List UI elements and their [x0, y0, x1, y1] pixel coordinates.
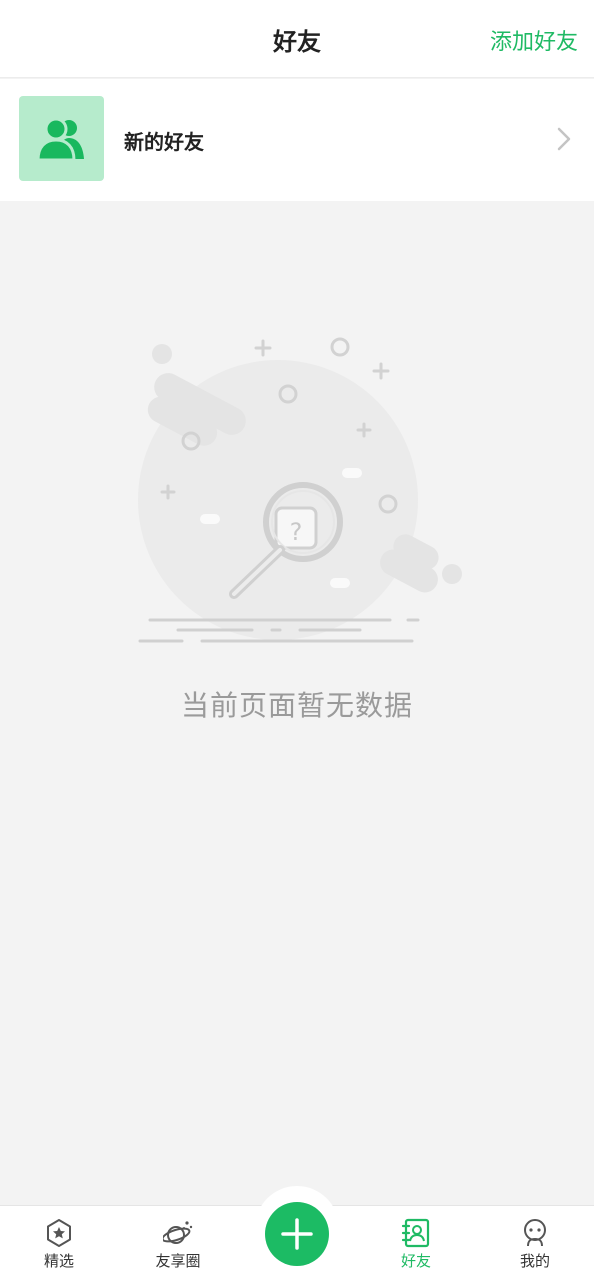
magnifier-question-icon: ? [138, 337, 462, 643]
star-hexagon-icon [47, 1219, 71, 1247]
top-bar: 好友 添加好友 [0, 0, 594, 78]
contact-book-icon [401, 1218, 430, 1248]
svg-text:?: ? [290, 518, 303, 546]
tab-featured-label: 精选 [43, 1252, 74, 1270]
tab-mine-label: 我的 [519, 1252, 550, 1270]
new-friends-label: 新的好友 [124, 130, 204, 154]
add-post-button[interactable] [265, 1202, 329, 1266]
tab-moments[interactable]: 友享圈 [119, 1206, 237, 1280]
friends-page: 好友 添加好友 新的好友 ? 当前页面暂无数据 精选 友享圈 好友 我的 [0, 0, 594, 1280]
tab-friends[interactable]: 好友 [357, 1206, 475, 1280]
tab-mine[interactable]: 我的 [476, 1206, 594, 1280]
new-friends-row[interactable]: 新的好友 [0, 79, 594, 201]
planet-icon [163, 1221, 193, 1244]
add-friend-button[interactable]: 添加好友 [490, 24, 578, 56]
tab-friends-label: 好友 [400, 1252, 431, 1270]
people-icon [19, 96, 104, 181]
tab-featured[interactable]: 精选 [0, 1206, 118, 1280]
robot-face-icon [524, 1219, 546, 1247]
tab-moments-label: 友享圈 [155, 1252, 201, 1270]
chevron-right-icon [557, 127, 571, 151]
empty-state-message: 当前页面暂无数据 [180, 689, 413, 722]
plus-icon [281, 1218, 313, 1250]
